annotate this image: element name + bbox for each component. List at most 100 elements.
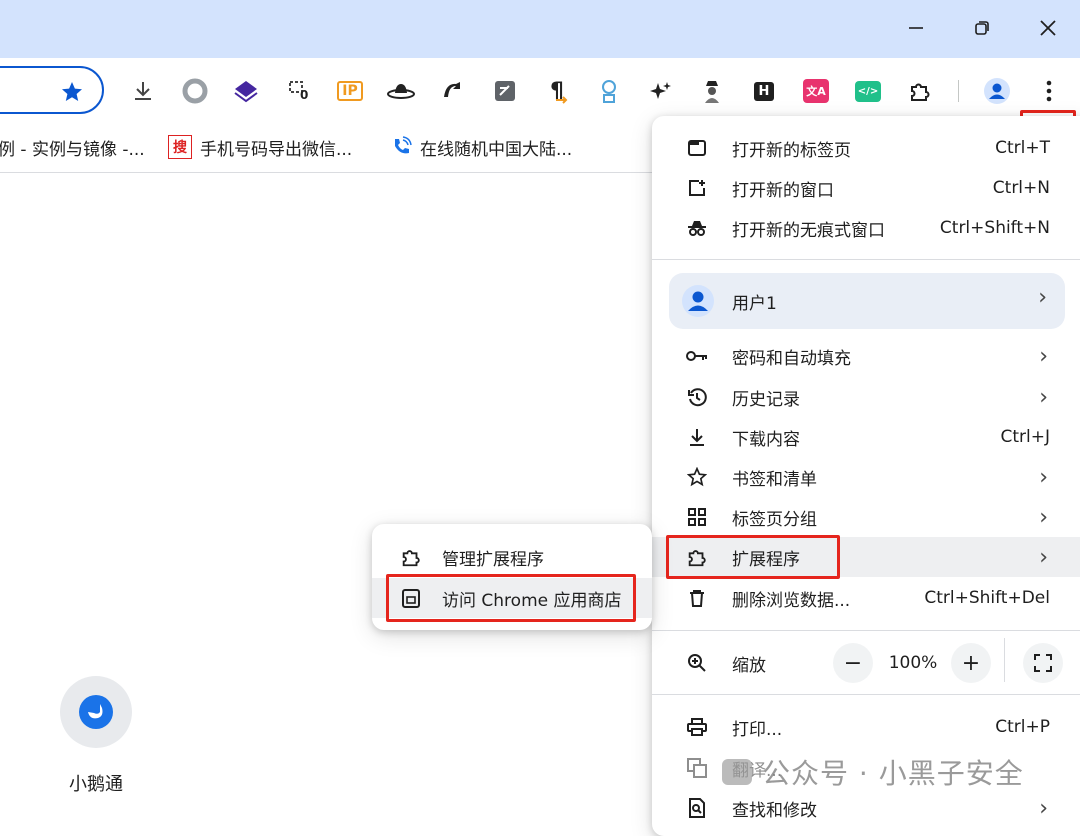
grid-icon [686, 506, 708, 528]
hat-extension-icon[interactable] [386, 76, 416, 106]
menu-item-label: 密码和自动填充 [732, 348, 851, 369]
menu-item-history[interactable]: 历史记录 › [652, 377, 1080, 417]
translate-extension-icon[interactable]: 文A [801, 76, 831, 106]
loop-extension-icon[interactable] [438, 76, 468, 106]
menu-item-label: 打开新的无痕式窗口 [732, 220, 885, 241]
history-icon [686, 386, 708, 408]
sou-site-icon: 搜 [168, 135, 192, 159]
profile-avatar[interactable] [982, 76, 1012, 106]
bookmark-label: 手机号码导出微信... [200, 139, 353, 160]
toolbar-divider [958, 80, 959, 102]
phone-icon [390, 136, 412, 158]
submenu-item-manage-extensions[interactable]: 管理扩展程序 [372, 537, 652, 577]
robot-extension-icon[interactable] [594, 76, 624, 106]
new-tab-icon [686, 137, 708, 159]
h-extension-icon[interactable]: H [749, 76, 779, 106]
minimize-icon [909, 27, 923, 29]
menu-button[interactable] [1034, 76, 1064, 106]
zoom-divider [1004, 638, 1005, 682]
menu-divider [652, 630, 1080, 631]
menu-item-incognito[interactable]: 打开新的无痕式窗口 Ctrl+Shift+N [652, 208, 1080, 248]
chevron-right-icon: › [1039, 343, 1048, 369]
menu-divider [652, 259, 1080, 260]
xiaoetong-app-icon [79, 695, 113, 729]
code-extension-icon[interactable]: </> [853, 76, 883, 106]
menu-item-label: 书签和清单 [732, 469, 817, 490]
spy-extension-icon[interactable] [697, 76, 727, 106]
omnibox[interactable] [0, 66, 104, 114]
app-shortcut[interactable] [60, 676, 132, 748]
avatar-icon [682, 285, 714, 317]
close-button[interactable] [1026, 8, 1070, 48]
shortcut-label: Ctrl+P [995, 717, 1050, 737]
zoom-out-button[interactable]: − [833, 643, 873, 683]
restore-button[interactable] [960, 8, 1004, 48]
toolbar: 0 IP ¶ H 文A </> [0, 58, 1080, 168]
menu-item-label: 查找和修改 [732, 800, 817, 821]
avatar-icon [984, 78, 1010, 104]
minus-icon: − [843, 650, 863, 676]
menu-item-print[interactable]: 打印... Ctrl+P [652, 707, 1080, 747]
watermark-text: 公众号 · 小黑子安全 [762, 757, 1024, 790]
menu-divider [652, 694, 1080, 695]
circle-extension-icon[interactable] [180, 76, 210, 106]
bookmark-item[interactable]: 在线随机中国大陆... [390, 134, 572, 160]
wechat-icon [722, 759, 752, 785]
app-shortcut-label: 小鹅通 [69, 774, 123, 795]
trash-icon [686, 587, 708, 609]
shortcut-label: Ctrl+Shift+N [939, 218, 1050, 238]
menu-item-new-window[interactable]: 打开新的窗口 Ctrl+N [652, 168, 1080, 208]
menu-item-tab-groups[interactable]: 标签页分组 › [652, 497, 1080, 537]
menu-item-label: 历史记录 [732, 389, 800, 410]
puzzle-icon[interactable] [905, 76, 935, 106]
menu-item-label: 删除浏览数据... [732, 590, 851, 611]
chrome-main-menu: 打开新的标签页 Ctrl+T 打开新的窗口 Ctrl+N 打开新的无痕式窗口 C… [652, 116, 1080, 836]
layers-extension-icon[interactable] [231, 76, 261, 106]
sparkle-extension-icon[interactable] [645, 76, 675, 106]
bookmark-label: 在线随机中国大陆... [420, 139, 573, 160]
translate-icon [686, 757, 708, 779]
menu-item-downloads[interactable]: 下载内容 Ctrl+J [652, 417, 1080, 457]
capture-extension-icon[interactable]: 0 [284, 76, 314, 106]
more-vert-icon [1046, 80, 1052, 102]
menu-item-new-tab[interactable]: 打开新的标签页 Ctrl+T [652, 128, 1080, 168]
chrome-store-highlight [386, 574, 636, 622]
plus-icon: + [961, 650, 981, 676]
zoom-icon [686, 652, 708, 674]
incognito-icon [686, 217, 708, 239]
minimize-button[interactable] [894, 8, 938, 48]
close-icon [1040, 20, 1056, 36]
chevron-right-icon: › [1039, 464, 1048, 490]
shortcut-label: Ctrl+T [995, 138, 1050, 158]
menu-item-clear-data[interactable]: 删除浏览数据... Ctrl+Shift+Del [652, 578, 1080, 618]
submenu-item-label: 管理扩展程序 [442, 549, 544, 570]
chevron-right-icon: › [1039, 384, 1048, 410]
zoom-in-button[interactable]: + [951, 643, 991, 683]
chevron-right-icon: › [1039, 795, 1048, 821]
edit-extension-icon[interactable] [490, 76, 520, 106]
menu-item-label: 打开新的标签页 [732, 140, 851, 161]
restore-icon [975, 21, 989, 35]
bookmark-item[interactable]: 例 - 实例与镜像 -... [0, 134, 145, 160]
chevron-right-icon: › [1038, 285, 1047, 310]
menu-item-bookmarks[interactable]: 书签和清单 › [652, 457, 1080, 497]
download-icon[interactable] [128, 76, 158, 106]
bookmark-label: 例 - 实例与镜像 -... [0, 139, 145, 160]
chevron-right-icon: › [1039, 544, 1048, 570]
menu-item-find[interactable]: 查找和修改 › [652, 788, 1080, 828]
chevron-right-icon: › [1039, 504, 1048, 530]
menu-item-profile[interactable]: 用户1 › [669, 273, 1065, 329]
fullscreen-button[interactable] [1023, 643, 1063, 683]
badge-count: 0 [300, 88, 309, 102]
zoom-level: 100% [888, 653, 938, 673]
bookmark-star-icon[interactable] [60, 80, 84, 104]
shortcut-label: Ctrl+N [992, 178, 1050, 198]
menu-item-passwords[interactable]: 密码和自动填充 › [652, 336, 1080, 376]
puzzle-icon [400, 546, 422, 568]
shortcut-label: Ctrl+J [1000, 427, 1050, 447]
paragraph-extension-icon[interactable]: ¶ [542, 76, 572, 106]
ip-extension-icon[interactable]: IP [335, 76, 365, 106]
menu-item-label: 打印... [732, 719, 783, 740]
bookmark-item[interactable]: 搜 手机号码导出微信... [168, 134, 352, 160]
menu-item-label: 打开新的窗口 [732, 180, 834, 201]
